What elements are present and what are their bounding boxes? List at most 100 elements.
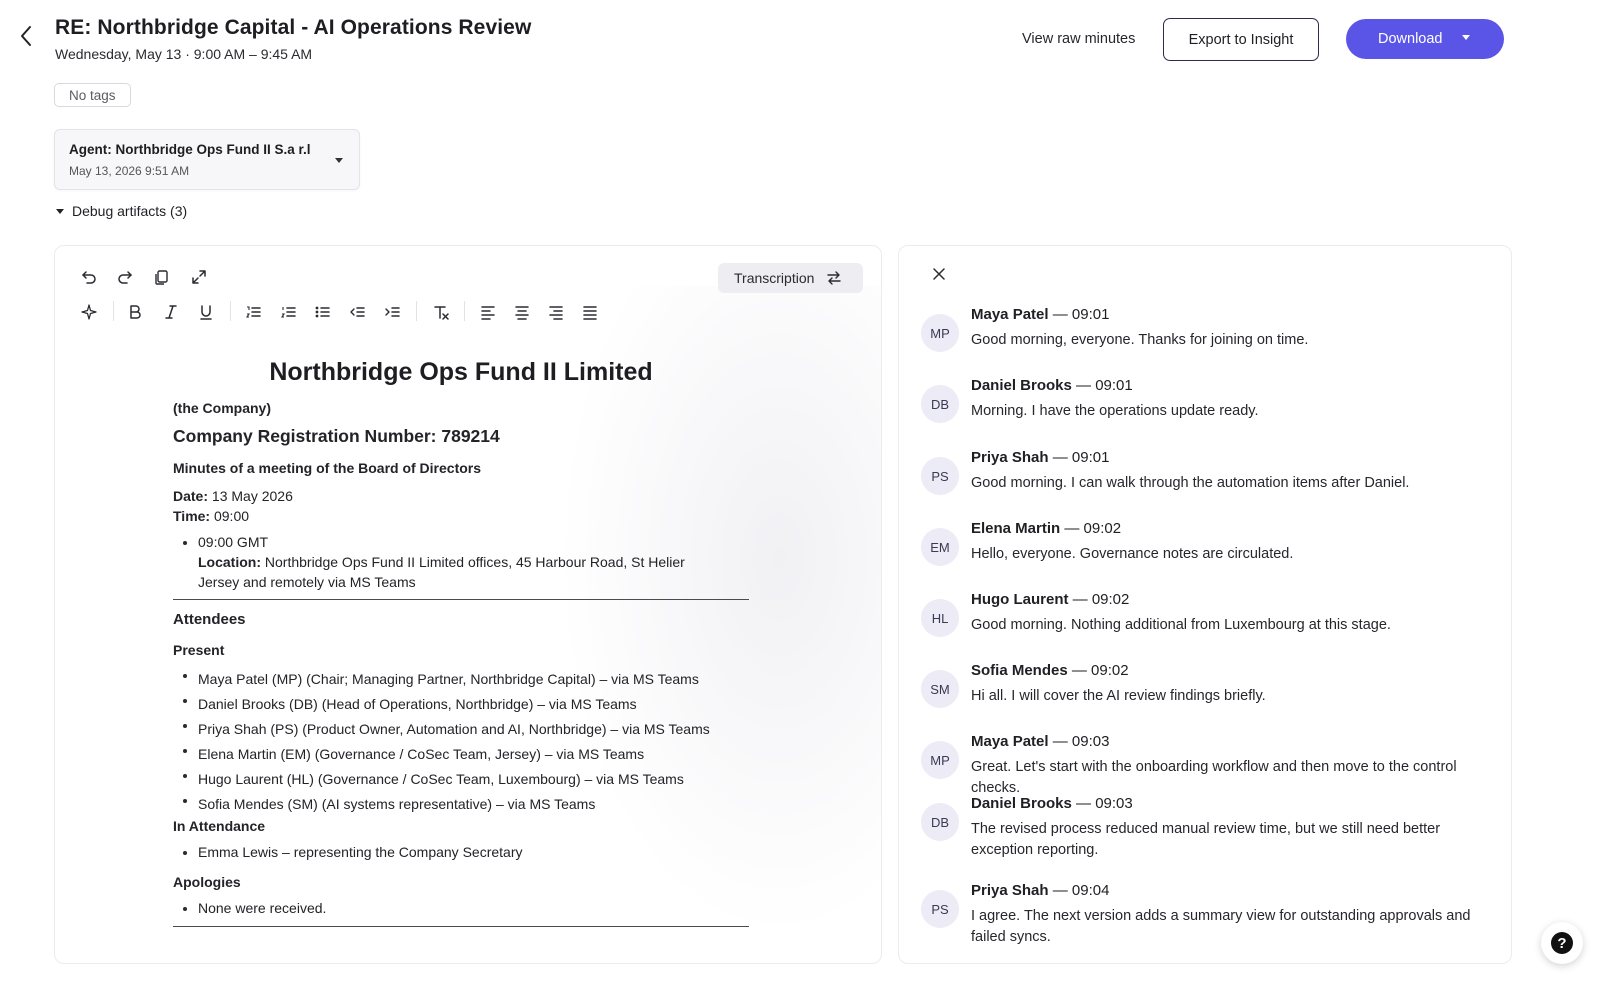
list-item: Sofia Mendes (SM) (AI systems representa… <box>173 792 710 817</box>
agent-timestamp: May 13, 2026 9:51 AM <box>69 164 190 178</box>
present-list: Maya Patel (MP) (Chair; Managing Partner… <box>173 667 710 817</box>
list-item: Priya Shah (PS) (Product Owner, Automati… <box>173 717 710 742</box>
bullet-list-icon[interactable] <box>310 299 336 325</box>
underline-icon[interactable] <box>193 299 219 325</box>
speaker-name: Priya Shah <box>971 449 1049 466</box>
copy-icon[interactable] <box>149 264 175 290</box>
meeting-location: Location: Northbridge Ops Fund II Limite… <box>198 554 685 570</box>
view-raw-minutes-link[interactable]: View raw minutes <box>1022 31 1135 47</box>
italic-icon[interactable] <box>158 299 184 325</box>
help-button[interactable]: ? <box>1541 922 1583 964</box>
chevron-down-icon <box>1462 35 1470 40</box>
avatar: SM <box>921 670 959 708</box>
time-location-list: 09:00 GMT <box>173 534 268 550</box>
avatar: PS <box>921 890 959 928</box>
bold-icon[interactable] <box>122 299 148 325</box>
close-button[interactable] <box>927 262 951 286</box>
speaker-time: — 09:01 <box>1048 306 1110 323</box>
align-center-icon[interactable] <box>509 299 535 325</box>
avatar: EM <box>921 528 959 566</box>
close-icon <box>933 268 945 280</box>
chevron-left-icon <box>21 26 31 46</box>
list-item: 09:00 GMT <box>173 534 268 550</box>
transcript-text: Good morning. Nothing additional from Lu… <box>971 617 1391 633</box>
avatar: MP <box>921 314 959 352</box>
indent-icon[interactable] <box>380 299 406 325</box>
export-to-insight-button[interactable]: Export to Insight <box>1163 18 1319 61</box>
transcription-toggle-button[interactable]: Transcription <box>718 263 863 293</box>
transcript-text: Hi all. I will cover the AI review findi… <box>971 688 1266 704</box>
speaker-time: — 09:02 <box>1060 520 1122 537</box>
list-item: Hugo Laurent (HL) (Governance / CoSec Te… <box>173 767 710 792</box>
speaker-time: — 09:01 <box>1071 377 1133 394</box>
speaker-name: Priya Shah <box>971 882 1049 899</box>
transcription-label: Transcription <box>734 270 815 286</box>
avatar: DB <box>921 803 959 841</box>
divider <box>173 599 749 600</box>
sparkle-icon[interactable] <box>76 299 102 325</box>
speaker-time: — 09:04 <box>1048 882 1110 899</box>
debug-artifacts-toggle[interactable]: Debug artifacts (3) <box>56 203 187 219</box>
agent-select[interactable]: Agent: Northbridge Ops Fund II S.a r.l M… <box>54 129 360 190</box>
debug-artifacts-label: Debug artifacts (3) <box>72 203 188 219</box>
speaker-time: — 09:02 <box>1068 591 1130 608</box>
caret-down-icon <box>56 208 64 214</box>
undo-icon[interactable] <box>76 264 102 290</box>
transcript-text: The revised process reduced manual revie… <box>971 821 1441 858</box>
avatar: MP <box>921 741 959 779</box>
download-button[interactable]: Download <box>1346 19 1504 59</box>
minutes-title: Minutes of a meeting of the Board of Dir… <box>173 460 482 476</box>
list-item: Maya Patel (MP) (Chair; Managing Partner… <box>173 667 710 692</box>
speaker-time: — 09:02 <box>1067 662 1129 679</box>
in-attendance-heading: In Attendance <box>173 818 266 834</box>
registration-number: Company Registration Number: 789214 <box>173 426 500 446</box>
download-label: Download <box>1378 31 1443 47</box>
list-item: Emma Lewis – representing the Company Se… <box>173 844 522 860</box>
ordered-list-icon[interactable] <box>241 299 267 325</box>
speaker-name: Daniel Brooks <box>971 377 1072 394</box>
list-item: Elena Martin (EM) (Governance / CoSec Te… <box>173 742 710 767</box>
transcript-text: Morning. I have the operations update re… <box>971 403 1259 419</box>
transcript-text: Hello, everyone. Governance notes are ci… <box>971 546 1294 562</box>
in-attendance-list: Emma Lewis – representing the Company Se… <box>173 844 522 860</box>
avatar: PS <box>921 457 959 495</box>
speaker-name: Daniel Brooks <box>971 795 1072 812</box>
transcription-panel: MP Maya Patel — 09:01 Good morning, ever… <box>898 245 1512 964</box>
align-left-icon[interactable] <box>475 299 501 325</box>
divider <box>173 926 749 927</box>
outdent-icon[interactable] <box>345 299 371 325</box>
align-justify-icon[interactable] <box>577 299 603 325</box>
apologies-list: None were received. <box>173 900 326 916</box>
back-button[interactable] <box>14 22 38 50</box>
document-heading: Northbridge Ops Fund II Limited <box>269 358 653 386</box>
transcript-text: Good morning. I can walk through the aut… <box>971 475 1410 491</box>
minutes-editor-panel: Transcription Northbridge Ops Fund II Li… <box>54 245 882 964</box>
list-item: Daniel Brooks (DB) (Head of Operations, … <box>173 692 710 717</box>
present-heading: Present <box>173 642 225 658</box>
attendees-heading: Attendees <box>173 611 246 628</box>
company-note: (the Company) <box>173 400 271 416</box>
chevron-down-icon <box>335 158 343 163</box>
clear-format-icon[interactable] <box>428 299 454 325</box>
speaker-time: — 09:03 <box>1071 795 1133 812</box>
speaker-time: — 09:01 <box>1048 449 1110 466</box>
transcript-text: I agree. The next version adds a summary… <box>971 908 1471 945</box>
agent-name: Agent: Northbridge Ops Fund II S.a r.l <box>69 142 311 157</box>
apologies-heading: Apologies <box>173 874 241 890</box>
help-icon: ? <box>1551 932 1573 954</box>
swap-icon <box>827 271 842 285</box>
tags-chip[interactable]: No tags <box>54 83 131 107</box>
align-right-icon[interactable] <box>543 299 569 325</box>
numbered-list-icon[interactable] <box>276 299 302 325</box>
expand-icon[interactable] <box>186 264 212 290</box>
meeting-date: Date: 13 May 2026 <box>173 488 293 504</box>
speaker-name: Hugo Laurent <box>971 591 1069 608</box>
speaker-name: Maya Patel <box>971 733 1049 750</box>
redo-icon[interactable] <box>112 264 138 290</box>
meeting-datetime: Wednesday, May 13 · 9:00 AM – 9:45 AM <box>55 46 313 62</box>
speaker-time: — 09:03 <box>1048 733 1110 750</box>
speaker-name: Maya Patel <box>971 306 1049 323</box>
list-item: None were received. <box>173 900 326 916</box>
avatar: DB <box>921 385 959 423</box>
avatar: HL <box>921 599 959 637</box>
